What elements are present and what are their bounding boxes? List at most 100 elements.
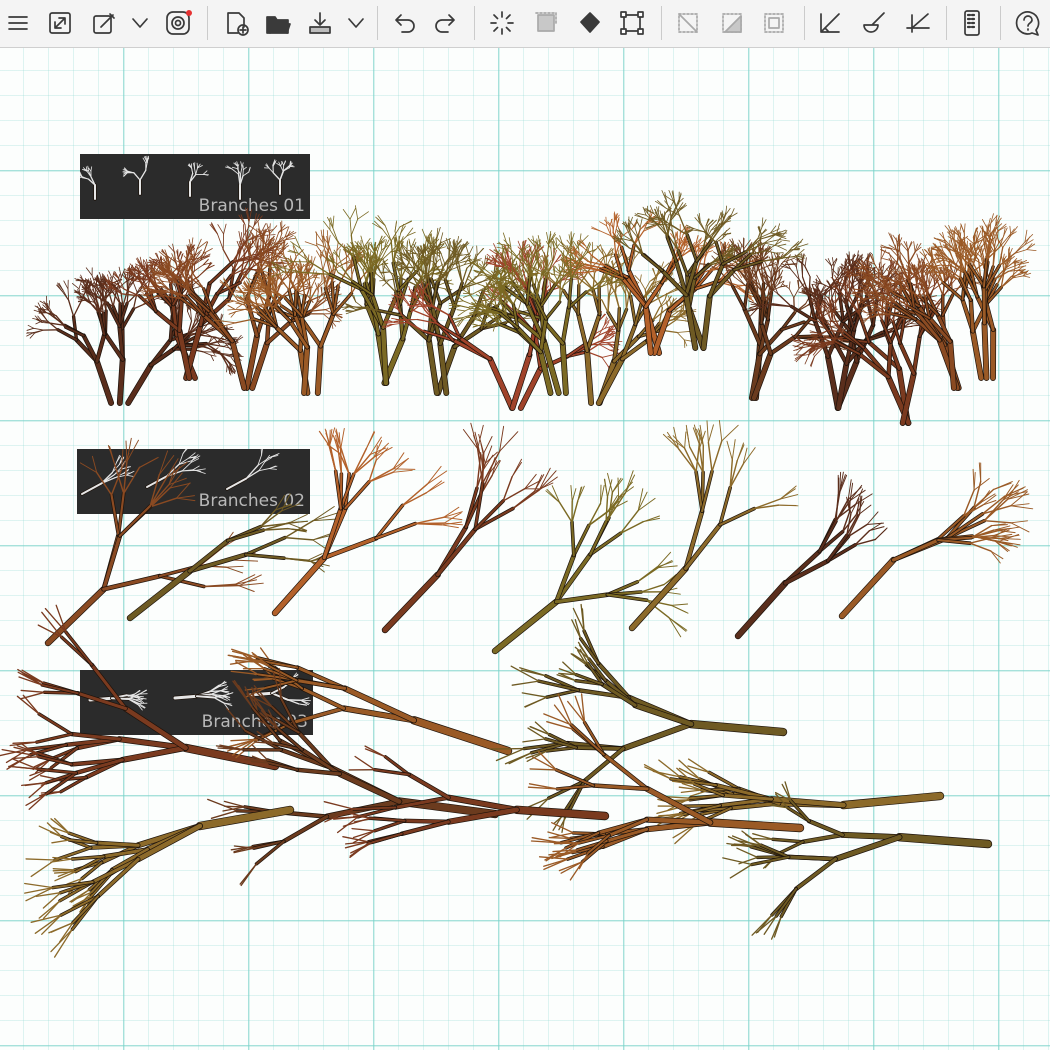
branch-tuft xyxy=(384,224,392,242)
resize-canvas-icon[interactable] xyxy=(42,5,78,41)
branch-tuft xyxy=(213,337,224,339)
branch-tuft xyxy=(248,209,252,223)
branch-tuft xyxy=(421,228,427,240)
branch-tuft xyxy=(300,267,302,275)
branch-tuft xyxy=(810,355,815,367)
branch-tuft xyxy=(209,224,218,235)
branch-tuft xyxy=(432,236,435,249)
branch-tuft xyxy=(278,226,289,233)
branch-tuft xyxy=(302,281,306,297)
transform-icon[interactable] xyxy=(614,5,650,41)
branch-tuft xyxy=(788,281,791,290)
branch-tuft xyxy=(683,339,686,349)
branch-tuft xyxy=(224,322,237,327)
branch-tuft xyxy=(342,208,351,220)
branch-tuft xyxy=(310,279,316,289)
branch-tuft xyxy=(794,354,805,361)
branch-tuft xyxy=(772,269,774,281)
stroke-icon[interactable] xyxy=(856,5,892,41)
help-icon[interactable] xyxy=(1010,5,1046,41)
branch-tuft xyxy=(349,207,356,220)
branch-tuft xyxy=(319,312,335,348)
branch-tuft xyxy=(199,334,217,338)
branch-tuft xyxy=(238,230,242,242)
clip-selection-icon[interactable] xyxy=(756,5,792,41)
select-all-icon[interactable] xyxy=(528,5,564,41)
menu-icon[interactable] xyxy=(0,5,36,41)
branch-tuft xyxy=(825,354,841,411)
branch-tuft xyxy=(639,280,646,291)
branch-tuft xyxy=(148,285,165,288)
branch-tuft xyxy=(652,268,656,277)
branch-tuft xyxy=(227,308,236,311)
loading-icon[interactable] xyxy=(484,5,520,41)
branch-tuft xyxy=(804,265,811,278)
branch-tuft xyxy=(652,306,661,321)
branch-tuft xyxy=(639,274,642,282)
branch-tuft xyxy=(33,327,44,331)
branch-tuft xyxy=(301,344,310,396)
branch-tuft xyxy=(269,223,271,235)
smart-device-icon[interactable] xyxy=(954,5,990,41)
branch-tuft xyxy=(669,315,681,318)
chevron-down-icon[interactable] xyxy=(338,5,374,41)
crop-icon[interactable] xyxy=(900,5,936,41)
branch-tuft xyxy=(663,290,676,297)
branch-tuft xyxy=(380,325,389,386)
separator xyxy=(661,6,662,40)
separator xyxy=(474,6,475,40)
branch-tuft xyxy=(230,338,247,391)
branch-tuft xyxy=(223,223,227,235)
chevron-down-icon[interactable] xyxy=(122,5,158,41)
branch-tuft xyxy=(27,324,35,329)
branch-tuft xyxy=(95,333,106,363)
branch-tuft xyxy=(448,246,450,261)
branch-tuft xyxy=(227,305,236,310)
brush-settings-icon[interactable] xyxy=(86,5,122,41)
separator xyxy=(804,6,805,40)
deselect-icon[interactable] xyxy=(670,5,706,41)
branch-tuft xyxy=(203,331,215,339)
branch-tuft xyxy=(802,253,805,265)
redo-icon[interactable] xyxy=(428,5,464,41)
ruler-icon[interactable] xyxy=(812,5,848,41)
branch-tuft xyxy=(832,257,835,267)
branch-tuft xyxy=(315,250,322,259)
branch-tuft xyxy=(243,289,252,292)
branch-tuft xyxy=(304,241,318,247)
invert-selection-icon[interactable] xyxy=(714,5,750,41)
branch-tuft xyxy=(617,307,621,331)
branch-tuft xyxy=(217,233,224,250)
branch-tuft xyxy=(831,265,833,279)
branch-tuft xyxy=(676,330,690,333)
branch-tuft xyxy=(601,299,609,313)
branch-tuft xyxy=(117,357,125,406)
branch-tuft xyxy=(382,262,384,272)
branch-tuft xyxy=(476,247,485,256)
toolbar xyxy=(0,0,1050,48)
branch-tuft xyxy=(39,300,48,306)
branch-tuft xyxy=(222,320,237,324)
branch-tuft xyxy=(487,356,515,411)
branch-tuft xyxy=(370,255,373,274)
branch-tuft xyxy=(72,300,83,318)
separator xyxy=(207,6,208,40)
save-icon[interactable] xyxy=(302,5,338,41)
new-canvas-icon[interactable] xyxy=(218,5,254,41)
branch-tuft xyxy=(794,335,819,338)
branch-tuft xyxy=(683,339,692,342)
branch-tuft xyxy=(63,280,69,290)
branch-tuft xyxy=(431,237,434,247)
branch-tuft xyxy=(804,353,810,365)
open-file-icon[interactable] xyxy=(260,5,296,41)
branch-tuft xyxy=(601,356,609,367)
branch-tuft xyxy=(72,282,80,290)
branch-tuft xyxy=(811,283,822,285)
drawing-canvas[interactable]: Branches 01 Branches 02 Branches 03 xyxy=(0,48,1050,1050)
undo-icon[interactable] xyxy=(386,5,422,41)
fill-bucket-icon[interactable] xyxy=(572,5,608,41)
branch-tuft xyxy=(676,332,685,341)
branch-tuft xyxy=(323,220,331,231)
branch-tuft xyxy=(26,327,35,331)
branch-tuft xyxy=(370,272,374,296)
